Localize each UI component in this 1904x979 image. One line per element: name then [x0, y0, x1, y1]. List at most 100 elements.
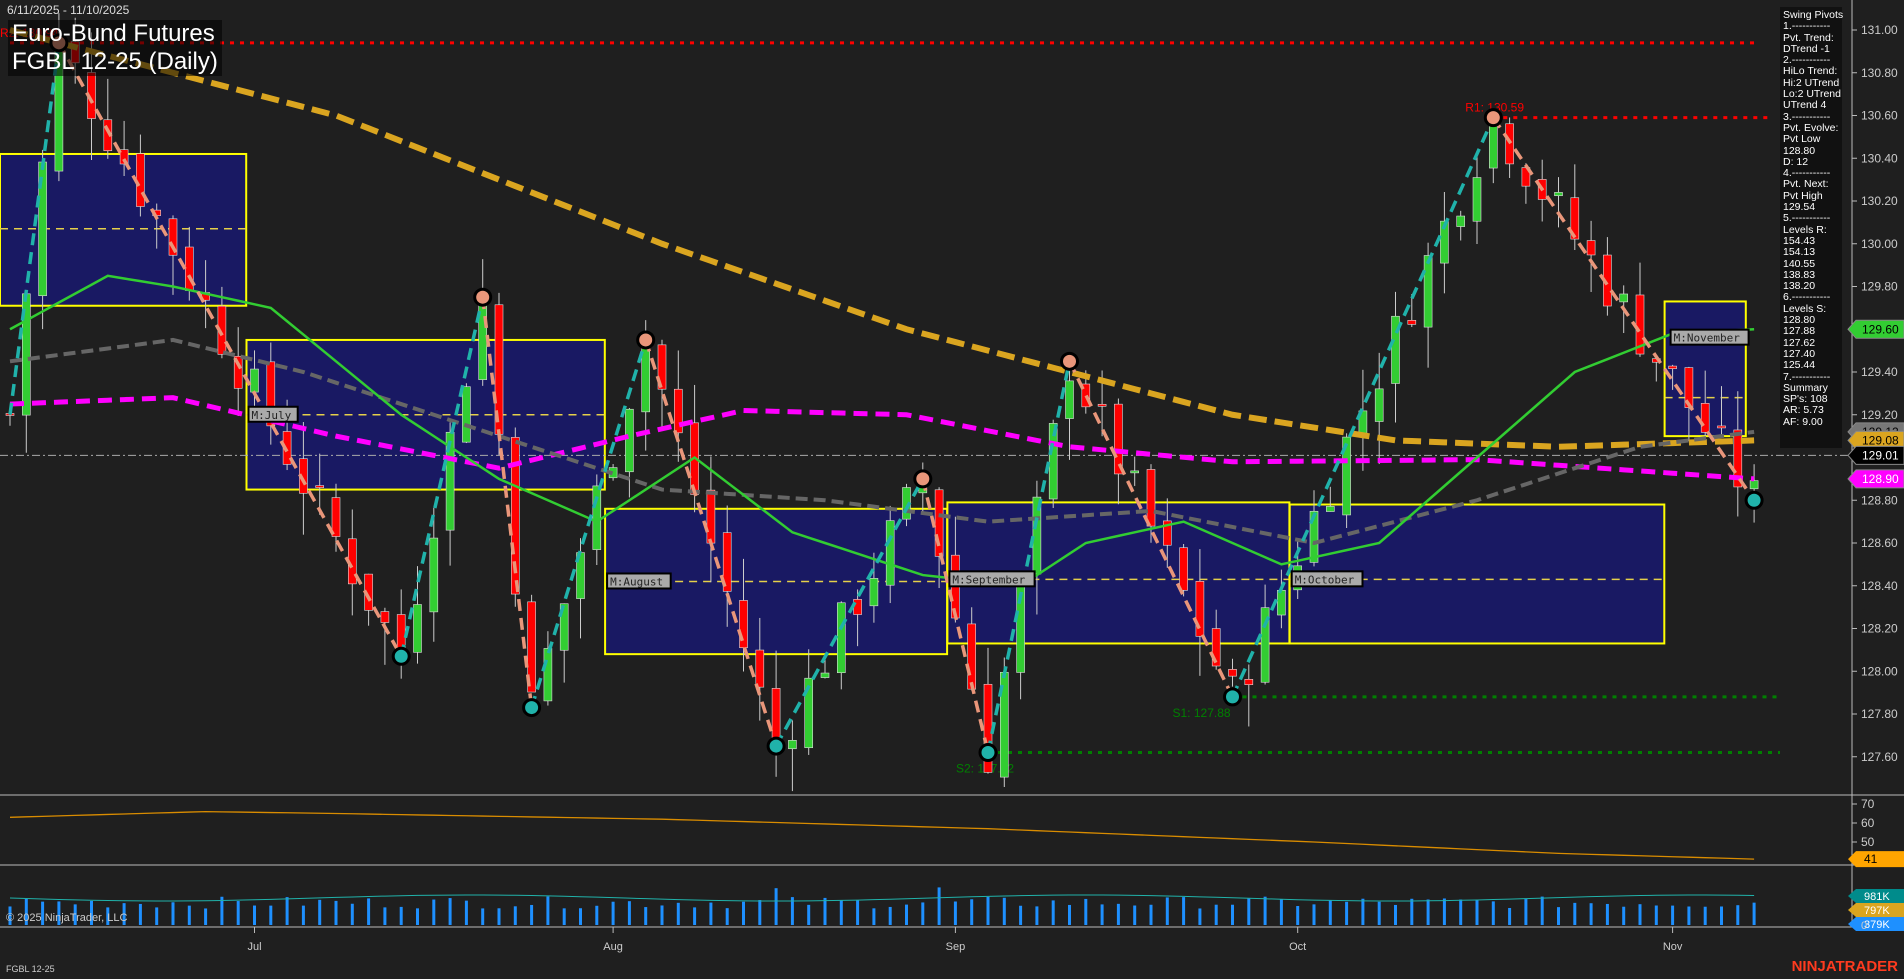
y-tick-label: 128.80 — [1861, 493, 1898, 507]
instrument-symbol: FGBL 12-25 (Daily) — [12, 48, 218, 75]
candle-body — [380, 611, 390, 623]
x-tick-label: Sep — [946, 941, 966, 953]
candle-body — [250, 368, 259, 393]
osc-tick-label: 60 — [1861, 816, 1875, 830]
date-range: 6/11/2025 - 11/10/2025 — [7, 3, 130, 17]
month-label-text: M:October — [1295, 573, 1355, 586]
instrument-name: Euro-Bund Futures — [12, 20, 215, 47]
candle-body — [331, 497, 341, 537]
month-label-text: M:August — [610, 575, 663, 588]
swing-pivot-marker — [636, 330, 656, 350]
swing-pivot-marker — [522, 698, 542, 718]
candle-body — [462, 386, 471, 443]
panel-line: Pvt Low — [1783, 133, 1821, 146]
osc-tick-label: 70 — [1861, 797, 1875, 811]
footer-symbol: FGBL 12-25 — [6, 964, 55, 974]
candle-body — [820, 672, 830, 678]
candle-body — [429, 537, 439, 613]
y-tick-label: 128.40 — [1861, 579, 1898, 593]
panel-line: 125.44 — [1783, 359, 1816, 372]
candle-body — [836, 602, 846, 674]
candle-body — [1179, 547, 1188, 591]
month-label: M:September — [948, 570, 1036, 588]
volume-marker-label: 797K — [1864, 905, 1890, 917]
month-label: M:August — [606, 572, 672, 590]
swing-pivots-panel: Swing Pivots 1.----------- Pvt. Trend: DTre… — [1780, 7, 1843, 448]
y-tick-label: 128.00 — [1861, 664, 1898, 678]
candle-body — [1146, 469, 1156, 527]
month-label-text: M:September — [952, 573, 1025, 586]
panel-line: AR: 5.73 — [1783, 404, 1824, 417]
panel-line: 1.----------- — [1783, 20, 1831, 33]
candle-body — [1130, 470, 1139, 474]
candle-body — [706, 489, 716, 544]
panel-line: AF: 9.00 — [1783, 415, 1823, 428]
candle-body — [1065, 380, 1074, 419]
swing-pivot-marker — [766, 736, 786, 756]
osc-tick-label: 50 — [1861, 835, 1875, 849]
swing-pivot-marker — [473, 287, 493, 307]
price-marker-label: 129.01 — [1862, 448, 1899, 462]
panel-line: UTrend 4 — [1783, 99, 1827, 112]
x-tick-label: Aug — [603, 941, 623, 953]
candle-body — [755, 649, 765, 688]
candle-body — [788, 740, 797, 750]
month-label: M:November — [1669, 328, 1750, 346]
candle-body — [1407, 320, 1417, 325]
y-tick-label: 130.00 — [1861, 237, 1898, 251]
candle-body — [1228, 669, 1237, 677]
candle-body — [543, 648, 553, 702]
candle-body — [592, 485, 602, 550]
candle-body — [1700, 403, 1710, 433]
candle-body — [1554, 192, 1563, 197]
candle-body — [1619, 293, 1628, 303]
month-label-text: M:July — [252, 409, 292, 422]
volume-marker-label: 379K — [1864, 919, 1890, 931]
y-tick-label: 129.40 — [1861, 365, 1898, 379]
volume-tick-label: 0 — [1861, 920, 1867, 932]
price-marker-label: 129.08 — [1862, 433, 1899, 447]
candle — [462, 383, 471, 444]
level-label: S1: 127.88 — [1173, 706, 1231, 720]
candle-body — [967, 623, 977, 690]
candle-body — [413, 604, 422, 653]
candle-body — [934, 489, 944, 557]
panel-line: 127.88 — [1783, 325, 1816, 338]
y-tick-label: 127.60 — [1861, 750, 1898, 764]
price-chart[interactable]: R2: 130.94R1: 130.59S1: 127.88S2: 127.62… — [0, 0, 1904, 979]
candle-body — [853, 599, 862, 615]
y-tick-label: 131.00 — [1861, 23, 1898, 37]
y-tick-label: 130.20 — [1861, 194, 1898, 208]
y-tick-label: 130.60 — [1861, 109, 1898, 123]
swing-pivot-marker — [1223, 687, 1242, 707]
candle — [510, 427, 520, 607]
month-label-text: M:November — [1674, 332, 1741, 345]
candle-body — [625, 408, 634, 473]
candle-body — [1097, 403, 1107, 407]
swing-pivot-marker — [1060, 351, 1079, 371]
candle-body — [1717, 425, 1726, 429]
candle-body — [315, 485, 325, 488]
chart-title: Euro-Bund Futures FGBL 12-25 (Daily) — [8, 20, 222, 76]
y-tick-label: 129.80 — [1861, 280, 1898, 294]
monthly-box — [0, 152, 248, 307]
price-marker-label: 128.90 — [1862, 472, 1899, 486]
candle-body — [1326, 506, 1335, 512]
copyright: © 2025 NinjaTrader, LLC — [6, 912, 128, 924]
panel-line: 5.----------- — [1783, 212, 1831, 225]
swing-pivot-marker — [1744, 490, 1764, 510]
candle-body — [1277, 589, 1286, 616]
candle-body — [1749, 480, 1759, 490]
y-tick-label: 130.40 — [1861, 151, 1898, 165]
candle-body — [1586, 240, 1596, 256]
candle-body — [1456, 215, 1465, 227]
month-label: M:October — [1290, 570, 1364, 588]
candle-body — [1472, 177, 1482, 222]
volume-marker-label: 981K — [1864, 891, 1890, 903]
y-tick-label: 128.60 — [1861, 536, 1898, 550]
x-tick-label: Oct — [1289, 941, 1306, 953]
osc-marker-label: 41 — [1864, 852, 1878, 866]
y-tick-label: 129.20 — [1861, 408, 1898, 422]
x-tick-label: Nov — [1663, 941, 1683, 953]
swing-pivot-marker — [913, 469, 933, 489]
